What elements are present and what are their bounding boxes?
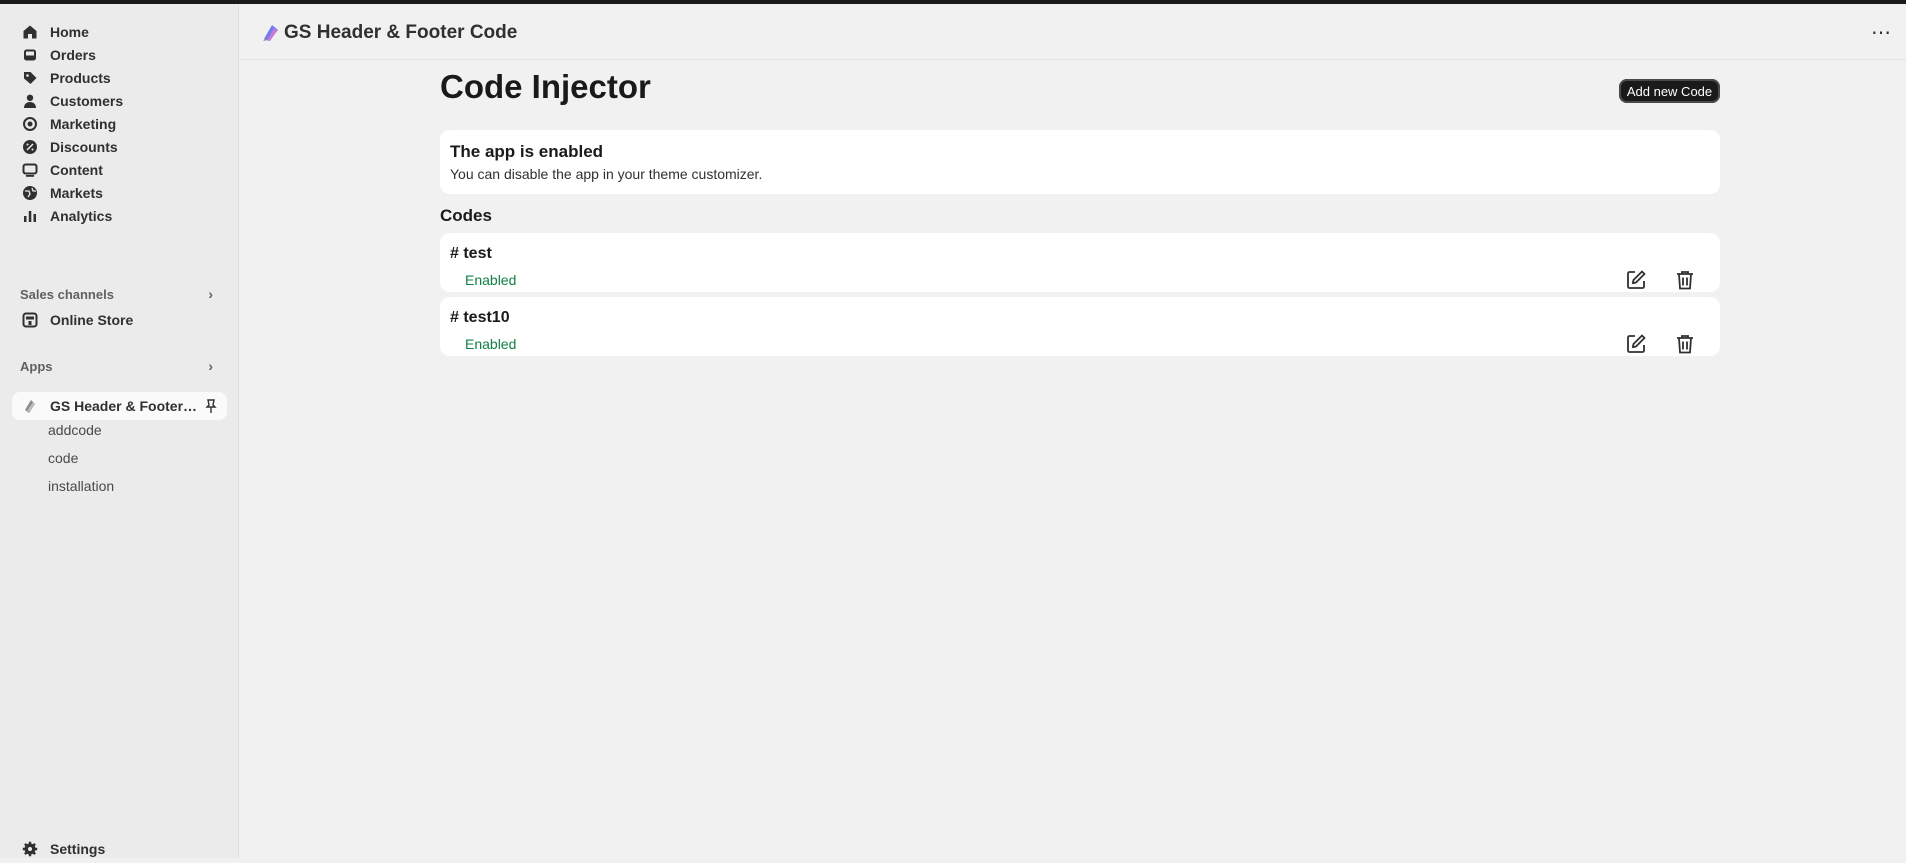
codes-heading: Codes [440, 206, 492, 225]
sidebar-item-label: Products [50, 70, 111, 86]
edit-code-button[interactable] [1623, 267, 1649, 293]
bar-chart-icon [22, 208, 38, 224]
edit-code-button[interactable] [1623, 331, 1649, 357]
sidebar-item-label: Customers [50, 93, 124, 109]
chevron-right-icon: › [208, 358, 213, 374]
trash-icon [1677, 335, 1693, 354]
sidebar-subitem-installation[interactable]: installation [48, 474, 114, 498]
sidebar-item-label: Settings [50, 841, 106, 857]
sidebar-subitem-code[interactable]: code [48, 446, 78, 470]
edit-icon [1627, 334, 1646, 353]
page-title: Code Injector [440, 68, 651, 105]
app-logo-icon [260, 22, 282, 44]
pin-icon[interactable] [203, 398, 219, 414]
sidebar-item-label: Markets [50, 185, 103, 201]
sidebar-item-settings[interactable]: Settings [12, 835, 227, 863]
sidebar-item-analytics[interactable]: Analytics [12, 202, 227, 230]
code-row: # test10 Enabled [440, 297, 1720, 356]
code-name: # test10 [450, 309, 510, 326]
status-banner: The app is enabled You can disable the a… [440, 130, 1720, 194]
code-row: # test Enabled [440, 233, 1720, 292]
sidebar-item-gs-app[interactable]: GS Header & Footer C... [12, 392, 227, 420]
sidebar-item-label: Marketing [50, 116, 117, 132]
sidebar-item-label: Content [50, 162, 103, 178]
status-badge: Enabled [465, 272, 517, 288]
sidebar-item-label: Home [50, 24, 89, 40]
tag-icon [22, 70, 38, 86]
sidebar-item-online-store[interactable]: Online Store [12, 306, 227, 334]
sidebar-item-label: GS Header & Footer C... [50, 398, 198, 414]
store-icon [22, 312, 38, 328]
content-icon [22, 162, 38, 178]
inbox-icon [22, 47, 38, 63]
sidebar-subitem-addcode[interactable]: addcode [48, 418, 102, 442]
banner-title: The app is enabled [450, 142, 604, 161]
home-icon [22, 24, 38, 40]
apps-header[interactable]: Apps › [20, 355, 215, 377]
more-actions-button[interactable]: ⋯ [1871, 20, 1892, 45]
sidebar-item-label: Orders [50, 47, 96, 63]
code-name: # test [450, 245, 492, 262]
sales-channels-header[interactable]: Sales channels › [20, 283, 215, 305]
banner-subtitle: You can disable the app in your theme cu… [450, 166, 763, 182]
discount-icon [22, 139, 38, 155]
sidebar-item-label: Analytics [50, 208, 113, 224]
app-title: GS Header & Footer Code [284, 22, 518, 43]
delete-code-button[interactable] [1672, 331, 1698, 357]
person-icon [22, 93, 38, 109]
apps-label: Apps [20, 358, 53, 374]
target-icon [22, 116, 38, 132]
trash-icon [1677, 271, 1693, 290]
globe-icon [22, 185, 38, 201]
sidebar: Home Orders Products Customers Marketing… [0, 4, 239, 858]
status-badge: Enabled [465, 336, 517, 352]
gear-icon [22, 841, 38, 857]
sidebar-item-label: Online Store [50, 312, 134, 328]
edit-icon [1627, 270, 1646, 289]
sidebar-item-label: Discounts [50, 139, 118, 155]
sales-channels-label: Sales channels [20, 286, 114, 302]
chevron-right-icon: › [208, 286, 213, 302]
delete-code-button[interactable] [1672, 267, 1698, 293]
app-header: GS Header & Footer Code ⋯ [240, 4, 1906, 60]
app-logo-icon [22, 398, 38, 414]
add-new-code-button[interactable]: Add new Code [1619, 79, 1720, 103]
